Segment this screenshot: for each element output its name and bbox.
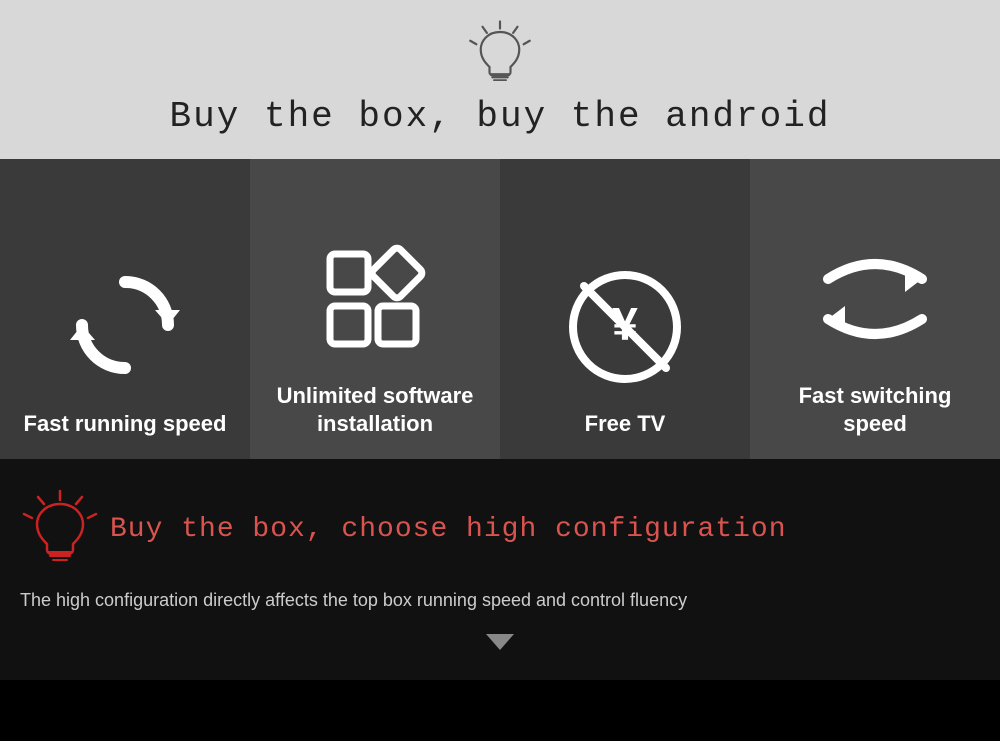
svg-text:¥: ¥: [612, 298, 638, 350]
feature-cell-unlimited-software: Unlimited software installation: [250, 159, 500, 459]
bottom-header: Buy the box, choose high configuration: [20, 489, 980, 569]
bulb-icon-red: [20, 489, 100, 569]
feature-grid: Fast running speed Unlimited software in…: [0, 159, 1000, 459]
sync-icon: [60, 262, 190, 392]
feature-cell-fast-switching: Fast switching speed: [750, 159, 1000, 459]
switch-icon: [810, 234, 940, 364]
no-yen-icon: ¥: [560, 262, 690, 392]
bottom-description: The high configuration directly affects …: [20, 587, 980, 614]
top-section: Buy the box, buy the android: [0, 0, 1000, 159]
down-arrow-shape: [486, 634, 514, 650]
bulb-icon-top: [465, 18, 535, 88]
feature-label-free-tv: Free TV: [585, 410, 666, 439]
feature-label-fast-running: Fast running speed: [24, 410, 227, 439]
feature-label-fast-switching: Fast switching speed: [765, 382, 985, 439]
bottom-title: Buy the box, choose high configuration: [110, 514, 787, 545]
bottom-section: Buy the box, choose high configuration T…: [0, 459, 1000, 680]
top-title: Buy the box, buy the android: [170, 96, 831, 137]
feature-cell-fast-running: Fast running speed: [0, 159, 250, 459]
feature-label-unlimited-software: Unlimited software installation: [265, 382, 485, 439]
apps-icon: [310, 234, 440, 364]
down-arrow: [20, 634, 980, 650]
feature-cell-free-tv: ¥ Free TV: [500, 159, 750, 459]
